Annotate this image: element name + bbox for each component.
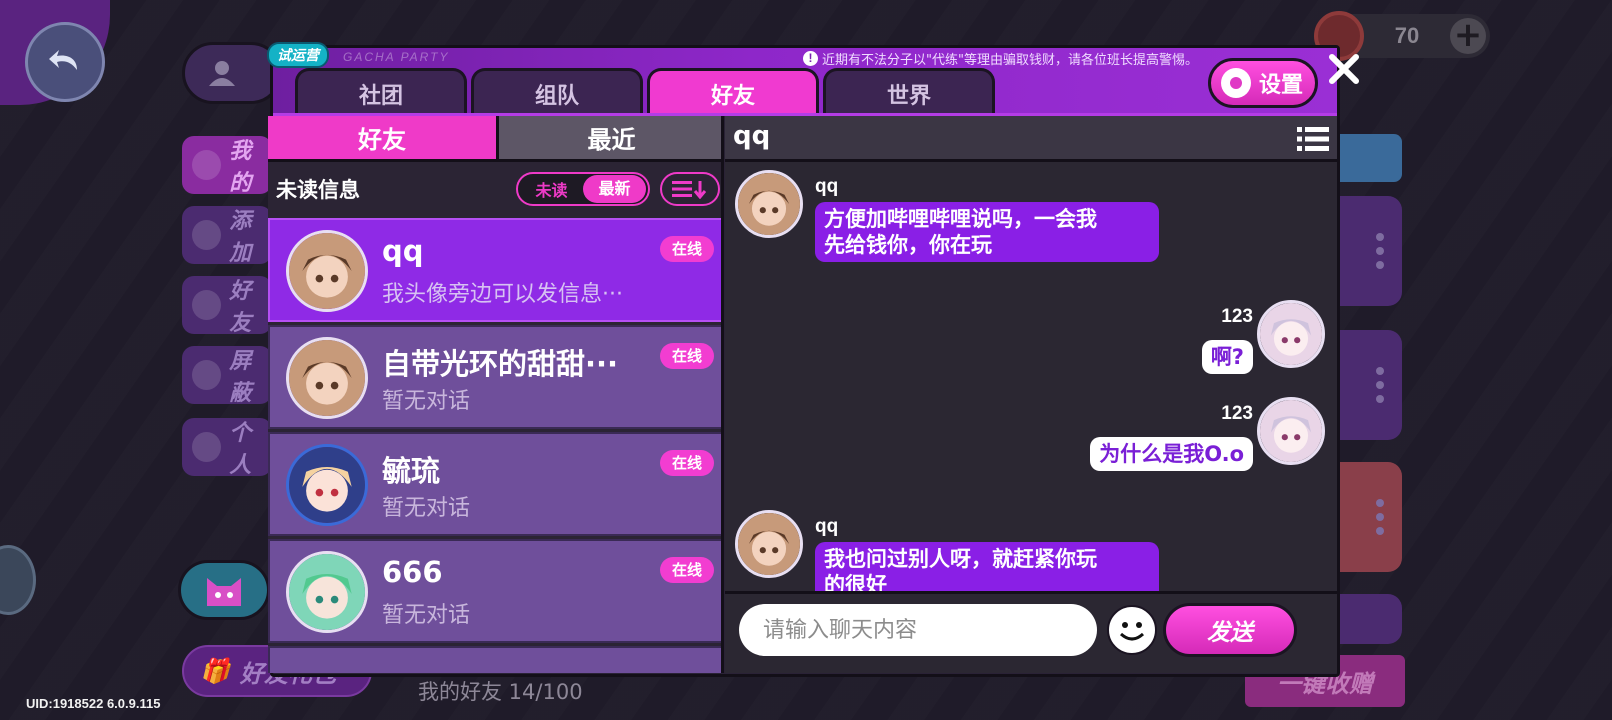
currency-value: 70 — [1394, 23, 1420, 48]
emoji-button[interactable] — [1107, 605, 1157, 655]
friend-name: 666 — [382, 555, 443, 589]
avatar-brown-hair-girl — [289, 233, 365, 309]
chat-messages[interactable]: qq 方便加哔哩哔哩说吗，一会我 先给钱你，你在玩 123 啊? 123 为什么… — [725, 165, 1337, 591]
message-bubble: 我也问过别人呀，就赶紧你玩 的很好 — [815, 542, 1159, 591]
cat-icon — [207, 578, 241, 606]
sender-avatar[interactable] — [735, 510, 803, 578]
toggle-unread[interactable]: 未读 — [520, 177, 583, 201]
chat-panel: qq qq 方便加哔哩哔哩说吗，一会我 先给钱你，你在玩 123 啊? 123 … — [725, 116, 1337, 673]
friends-panel: 好友 最近 未读信息 未读 最新 qq 我头像旁边可以发信息··· 在线 自带光… — [268, 116, 724, 673]
own-avatar[interactable] — [1257, 397, 1325, 465]
sender-name: qq — [815, 176, 839, 197]
sender-name: 123 — [1221, 306, 1253, 327]
card-icon — [192, 432, 222, 462]
avatar[interactable] — [286, 337, 368, 419]
sort-button[interactable] — [660, 172, 720, 206]
online-badge: 在线 — [660, 557, 714, 583]
menu-item-personal[interactable]: 个人 — [182, 418, 272, 478]
avatar-white-hair-girl — [1260, 400, 1322, 462]
friend-row-yuliu[interactable]: 毓琉 暂无对话 在线 — [268, 432, 721, 536]
chat-input[interactable] — [739, 604, 1097, 656]
close-icon[interactable] — [1325, 50, 1363, 88]
friend-name: 毓琉 — [382, 454, 441, 488]
chat-dialog: 试运营 GACHA PARTY ! 近期有不法分子以"代练"等理由骗取钱财，请各… — [267, 42, 1340, 677]
game-logo: GACHA PARTY — [343, 50, 450, 64]
message-bubble: 为什么是我O.o — [1090, 437, 1253, 471]
profile-icon — [192, 150, 222, 180]
avatar-brown-hair-girl — [738, 513, 800, 575]
avatar[interactable] — [286, 230, 368, 312]
more-icon[interactable] — [1376, 499, 1384, 535]
friend-name: qq — [382, 234, 424, 268]
own-avatar[interactable] — [1257, 300, 1325, 368]
tab-world[interactable]: 世界 — [823, 68, 995, 116]
avatar[interactable] — [286, 551, 368, 633]
menu-list-icon[interactable] — [1297, 126, 1329, 152]
unread-latest-toggle[interactable]: 未读 最新 — [516, 172, 650, 206]
block-icon — [192, 360, 222, 390]
friend-count: 我的好友 14/100 — [418, 680, 583, 704]
more-icon[interactable] — [1376, 233, 1384, 269]
avatar[interactable] — [286, 444, 368, 526]
trial-badge: 试运营 — [267, 42, 329, 68]
tab-club[interactable]: 社团 — [295, 68, 467, 116]
avatar-green-hair-girl — [289, 554, 365, 630]
sender-avatar[interactable] — [735, 170, 803, 238]
notice-banner: ! 近期有不法分子以"代练"等理由骗取钱财，请各位班长提高警惕。 — [803, 49, 1198, 68]
unread-filter-row: 未读信息 未读 最新 — [268, 164, 721, 216]
message-bubble: 啊? — [1201, 340, 1253, 374]
tab-friends[interactable]: 好友 — [647, 68, 819, 116]
avatar-brown-hair-girl — [738, 173, 800, 235]
sender-name: 123 — [1221, 403, 1253, 424]
dialog-header: 试运营 GACHA PARTY ! 近期有不法分子以"代练"等理由骗取钱财，请各… — [267, 42, 1337, 116]
subtab-friends[interactable]: 好友 — [268, 116, 496, 162]
menu-item-block[interactable]: 屏蔽 — [182, 346, 272, 406]
friend-row-qq[interactable]: qq 我头像旁边可以发信息··· 在线 — [268, 218, 721, 322]
subtab-recent[interactable]: 最近 — [496, 116, 721, 162]
unread-label: 未读信息 — [276, 178, 360, 202]
friend-last-message: 暂无对话 — [382, 603, 471, 628]
chat-input-bar: 发送 — [725, 591, 1337, 673]
friend-row-partial[interactable] — [268, 646, 721, 673]
friend-row-tiantian[interactable]: 自带光环的甜甜··· 暂无对话 在线 — [268, 325, 721, 429]
alert-icon — [192, 290, 222, 320]
back-arrow-icon — [49, 50, 77, 70]
online-badge: 在线 — [660, 450, 714, 476]
gear-icon — [1221, 68, 1251, 98]
cat-mascot-button[interactable] — [178, 560, 270, 620]
friend-name: 自带光环的甜甜··· — [382, 347, 619, 381]
add-currency-button[interactable]: + — [1450, 18, 1486, 54]
online-badge: 在线 — [660, 236, 714, 262]
chat-title: qq — [733, 121, 771, 151]
avatar-blonde-girl — [289, 447, 365, 523]
online-badge: 在线 — [660, 343, 714, 369]
gift-icon: 🎁 — [200, 657, 230, 685]
send-button[interactable]: 发送 — [1163, 603, 1297, 657]
menu-item-add[interactable]: 添加 — [182, 206, 272, 266]
toggle-latest[interactable]: 最新 — [583, 175, 646, 203]
menu-item-friends[interactable]: 好友 — [182, 276, 272, 336]
menu-item-mine[interactable]: 我的 — [182, 136, 272, 196]
sort-icon — [672, 181, 707, 199]
chat-title-bar: qq — [725, 116, 1337, 162]
friend-last-message: 暂无对话 — [382, 496, 471, 521]
more-icon[interactable] — [1376, 367, 1384, 403]
uid-label: UID:1918522 6.0.9.115 — [26, 696, 161, 711]
avatar-white-hair-girl — [1260, 303, 1322, 365]
add-icon — [192, 220, 222, 250]
sender-name: qq — [815, 516, 839, 537]
friend-last-message: 我头像旁边可以发信息··· — [382, 282, 623, 307]
group-icon — [209, 61, 235, 86]
warning-icon: ! — [803, 51, 818, 66]
message-bubble: 方便加哔哩哔哩说吗，一会我 先给钱你，你在玩 — [815, 202, 1159, 262]
back-button[interactable] — [25, 22, 105, 102]
settings-button[interactable]: 设置 — [1208, 58, 1318, 108]
avatar-brown-hair-girl — [289, 340, 365, 416]
smiley-icon — [1119, 622, 1145, 641]
friend-last-message: 暂无对话 — [382, 389, 471, 414]
friend-list: qq 我头像旁边可以发信息··· 在线 自带光环的甜甜··· 暂无对话 在线 毓… — [268, 218, 721, 673]
tab-team[interactable]: 组队 — [471, 68, 643, 116]
friend-row-666[interactable]: 666 暂无对话 在线 — [268, 539, 721, 643]
